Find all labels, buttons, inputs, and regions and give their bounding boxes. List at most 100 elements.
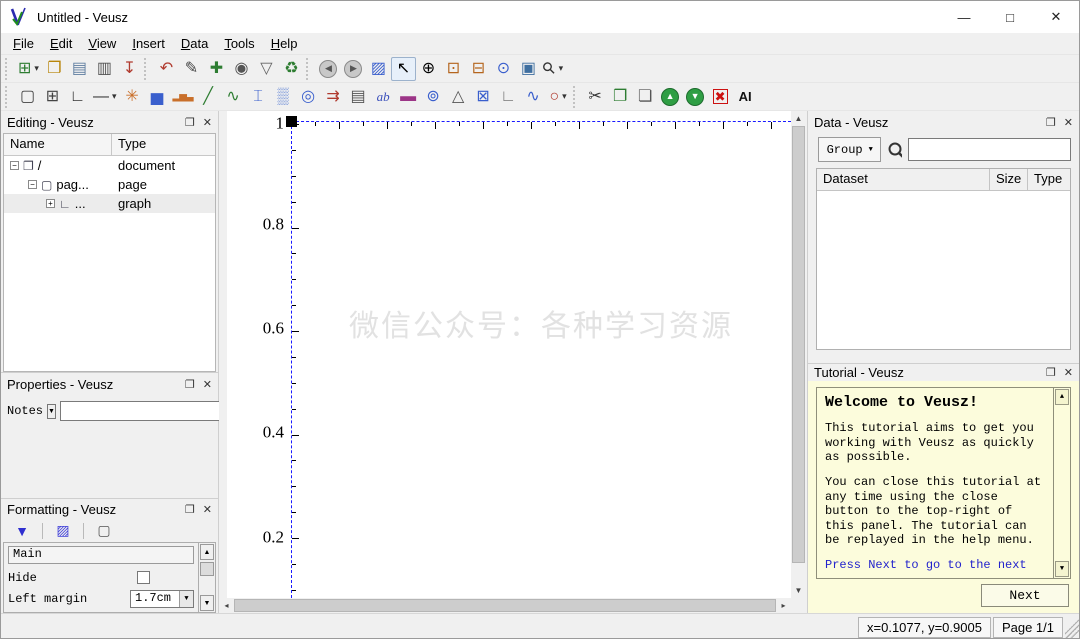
add-image-button[interactable]: ▒ xyxy=(271,85,296,109)
add-axis-button[interactable]: ∟ xyxy=(65,85,90,109)
menu-file[interactable]: File xyxy=(5,34,42,53)
select-items-button[interactable]: ▨ xyxy=(366,57,391,81)
tutorial-link[interactable]: Press Next to go to the next xyxy=(825,558,1046,572)
expand-icon[interactable]: + xyxy=(46,199,55,208)
float-panel-icon[interactable]: ❐ xyxy=(185,116,195,129)
scrollbar-thumb[interactable] xyxy=(792,126,805,563)
next-page-button[interactable]: ▶ xyxy=(341,57,366,81)
add-fit-button[interactable]: ╱ xyxy=(196,85,221,109)
rename-widget-button[interactable]: AI xyxy=(733,85,758,109)
add-colorbar-button[interactable]: ▬ xyxy=(396,85,421,109)
next-button[interactable]: Next xyxy=(981,584,1069,607)
menu-tools[interactable]: Tools xyxy=(216,34,262,53)
tree-column-name[interactable]: Name xyxy=(4,134,112,155)
plot-vertical-scrollbar[interactable]: ▲ ▼ xyxy=(791,111,806,598)
create-data-button[interactable]: ✚ xyxy=(204,57,229,81)
menu-help[interactable]: Help xyxy=(263,34,306,53)
move-up-widget-button[interactable]: ▲ xyxy=(658,85,683,109)
pointer-tool-button[interactable]: ↖ xyxy=(391,57,416,81)
resize-grip[interactable] xyxy=(1065,619,1079,639)
scrollbar-thumb[interactable] xyxy=(200,562,214,576)
graph-selection-handle[interactable] xyxy=(286,116,297,127)
capture-data-button[interactable]: ◉ xyxy=(229,57,254,81)
formatting-scrollbar[interactable]: ▲ ▼ xyxy=(198,543,215,612)
close-panel-icon[interactable]: ✕ xyxy=(203,116,212,129)
copy-widget-button[interactable]: ❐ xyxy=(608,85,633,109)
cut-widget-button[interactable]: ✂ xyxy=(583,85,608,109)
add-bar-button[interactable]: ▅ xyxy=(145,85,170,109)
close-panel-icon[interactable]: ✕ xyxy=(1064,366,1073,379)
dataset-column[interactable]: Dataset xyxy=(817,169,990,191)
notes-input[interactable] xyxy=(60,401,220,421)
float-panel-icon[interactable]: ❐ xyxy=(1046,366,1056,379)
scroll-right-icon[interactable]: ▸ xyxy=(776,598,791,613)
add-contour-button[interactable]: ◎ xyxy=(296,85,321,109)
formatting-border-tab[interactable]: ▢ xyxy=(89,520,119,542)
zoom-out-of-graph-button[interactable]: ⊟ xyxy=(466,57,491,81)
tree-row-document[interactable]: −❐/document xyxy=(4,156,215,175)
scroll-up-icon[interactable]: ▲ xyxy=(1055,389,1069,405)
add-page-button[interactable]: ▢ xyxy=(15,85,40,109)
paste-widget-button[interactable]: ❏ xyxy=(633,85,658,109)
move-down-widget-button[interactable]: ▼ xyxy=(683,85,708,109)
formatting-fill-tab[interactable]: ▨ xyxy=(48,520,78,542)
add-ternary-button[interactable]: △ xyxy=(446,85,471,109)
scroll-down-icon[interactable]: ▼ xyxy=(200,595,214,611)
new-document-button[interactable]: ⊞▾ xyxy=(15,57,42,81)
edit-data-button[interactable]: ✎ xyxy=(179,57,204,81)
add-vector-field-button[interactable]: ⇉ xyxy=(321,85,346,109)
scroll-up-icon[interactable]: ▲ xyxy=(791,111,806,126)
import-data-button[interactable]: ↶ xyxy=(154,57,179,81)
close-icon[interactable]: ✕ xyxy=(1033,1,1079,33)
float-panel-icon[interactable]: ❐ xyxy=(1046,116,1056,129)
recenter-graph-button[interactable]: ⊙ xyxy=(491,57,516,81)
plot-page[interactable]: 微信公众号：各种学习资源 10.80.60.40.2 xyxy=(227,111,791,598)
menu-view[interactable]: View xyxy=(80,34,124,53)
reload-data-button[interactable]: ♻ xyxy=(279,57,304,81)
previous-page-button[interactable]: ◀ xyxy=(316,57,341,81)
minimize-icon[interactable]: — xyxy=(941,1,987,33)
add-shape-button[interactable]: ○▾ xyxy=(546,85,571,109)
add-label-button[interactable]: ab xyxy=(371,85,396,109)
close-panel-icon[interactable]: ✕ xyxy=(1064,116,1073,129)
group-button[interactable]: Group ▼ xyxy=(818,137,881,162)
add-line-button[interactable]: —▾ xyxy=(90,85,120,109)
plot-horizontal-scrollbar[interactable]: ◂ ▸ xyxy=(219,598,791,613)
add-grid-button[interactable]: ⊞ xyxy=(40,85,65,109)
add-key-button[interactable]: ▤ xyxy=(346,85,371,109)
close-panel-icon[interactable]: ✕ xyxy=(203,503,212,516)
add-3d-function-button[interactable]: ∿ xyxy=(521,85,546,109)
menu-data[interactable]: Data xyxy=(173,34,216,53)
add-xy-button[interactable]: ✳ xyxy=(120,85,145,109)
notes-menu-icon[interactable]: ▼ xyxy=(47,404,56,419)
print-document-button[interactable]: ▥ xyxy=(92,57,117,81)
type-column[interactable]: Type xyxy=(1028,169,1070,191)
read-data-points-button[interactable]: ⊕ xyxy=(416,57,441,81)
scroll-down-icon[interactable]: ▼ xyxy=(1055,561,1069,577)
tree-row-graph[interactable]: +∟...graph xyxy=(4,194,215,213)
zoom-into-graph-button[interactable]: ⊡ xyxy=(441,57,466,81)
collapse-icon[interactable]: − xyxy=(28,180,37,189)
scroll-up-icon[interactable]: ▲ xyxy=(200,544,214,560)
collapse-icon[interactable]: − xyxy=(10,161,19,170)
zoom-into-page-button[interactable]: ▣ xyxy=(516,57,541,81)
close-panel-icon[interactable]: ✕ xyxy=(203,378,212,391)
menu-edit[interactable]: Edit xyxy=(42,34,80,53)
tree-column-type[interactable]: Type xyxy=(112,134,215,155)
delete-widget-button[interactable]: ✖ xyxy=(708,85,733,109)
open-document-button[interactable]: ❐ xyxy=(42,57,67,81)
formatting-main-tab[interactable]: ▼ xyxy=(7,520,37,542)
left-margin-combobox[interactable]: 1.7cm ▼ xyxy=(130,590,194,608)
scrollbar-thumb[interactable] xyxy=(234,599,776,612)
float-panel-icon[interactable]: ❐ xyxy=(185,503,195,516)
add-3d-graph-button[interactable]: ∟ xyxy=(496,85,521,109)
menu-insert[interactable]: Insert xyxy=(124,34,173,53)
combo-arrow-icon[interactable]: ▼ xyxy=(179,591,193,607)
tutorial-scrollbar[interactable]: ▲ ▼ xyxy=(1053,388,1070,578)
add-function-button[interactable]: ∿ xyxy=(221,85,246,109)
add-histogram-button[interactable]: ▂▅▃ xyxy=(170,85,196,109)
add-3d-scene-button[interactable]: ⊠ xyxy=(471,85,496,109)
add-polar-button[interactable]: ⊚ xyxy=(421,85,446,109)
hide-checkbox[interactable] xyxy=(137,571,150,584)
scroll-left-icon[interactable]: ◂ xyxy=(219,598,234,613)
